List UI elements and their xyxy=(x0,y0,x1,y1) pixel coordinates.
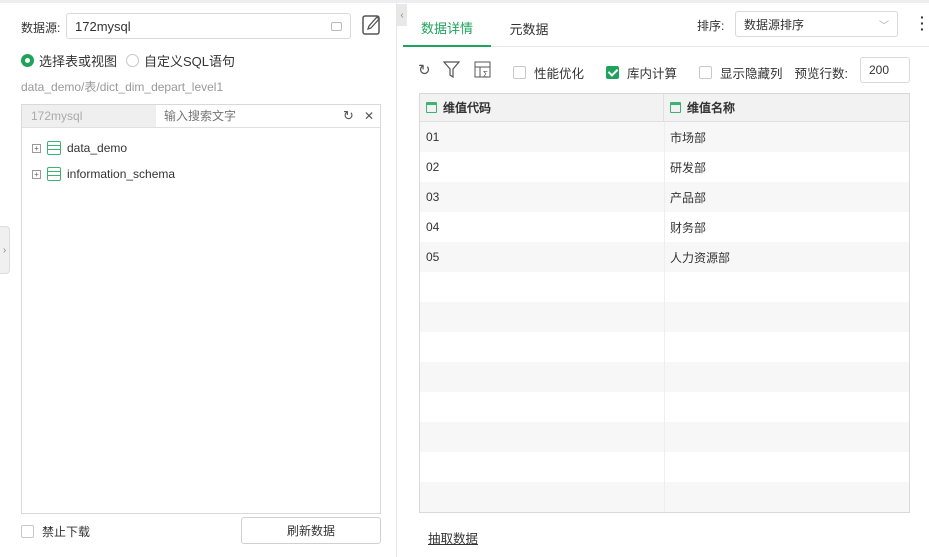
table-cell: 05 xyxy=(426,250,440,264)
table-cell xyxy=(420,392,664,422)
refresh-data-button[interactable]: 刷新数据 xyxy=(241,517,381,544)
expand-left-icon[interactable]: › xyxy=(0,226,10,274)
radio-table-view-label[interactable]: 选择表或视图 xyxy=(39,51,117,70)
filter-icon[interactable] xyxy=(442,61,461,81)
disable-download-checkbox[interactable] xyxy=(21,525,34,538)
table-cell xyxy=(664,482,909,512)
column-header[interactable]: 维值代码 xyxy=(420,94,664,121)
calculated-field-icon[interactable]: Σ xyxy=(474,61,492,82)
table-cell xyxy=(664,332,909,362)
in-db-calc-label[interactable]: 库内计算 xyxy=(627,63,677,82)
column-header-label: 维值名称 xyxy=(687,101,736,115)
tree-item[interactable]: + information_schema xyxy=(32,161,380,187)
table-cell: 财务部 xyxy=(670,220,707,235)
table-cell xyxy=(420,422,664,452)
dimension-icon xyxy=(426,102,437,113)
table-cell: 人力资源部 xyxy=(670,250,731,265)
table-cell xyxy=(420,332,664,362)
data-grid: 维值代码 维值名称 01 市场部 02 研发部 03 产品部 04 财务部 05 人力资源部 xyxy=(419,93,910,513)
tree-item-label: data_demo xyxy=(67,141,128,155)
table-cell xyxy=(664,392,909,422)
show-hidden-checkbox[interactable] xyxy=(699,66,713,79)
sort-label: 排序: xyxy=(697,19,725,33)
radio-custom-sql[interactable] xyxy=(126,54,140,67)
table-cell xyxy=(664,452,909,482)
preview-rows-label: 预览行数: xyxy=(794,67,849,81)
extract-data-link[interactable]: 抽取数据 xyxy=(428,528,478,547)
table-cell: 04 xyxy=(426,220,440,234)
table-cell xyxy=(420,272,664,302)
perf-opt-checkbox[interactable] xyxy=(513,66,526,79)
dimension-icon xyxy=(670,102,681,113)
more-icon[interactable]: · · · xyxy=(920,10,925,36)
preview-rows-input[interactable]: 200 xyxy=(860,57,910,83)
expand-icon[interactable]: + xyxy=(32,143,41,153)
chevron-down-icon: ﹀ xyxy=(879,20,889,32)
close-icon[interactable]: ✕ xyxy=(364,109,374,123)
datasource-select[interactable]: 172mysql xyxy=(66,13,351,39)
expand-icon[interactable]: + xyxy=(32,169,41,179)
column-header[interactable]: 维值名称 xyxy=(664,94,909,121)
tree-item[interactable]: + data_demo xyxy=(32,135,380,161)
table-cell xyxy=(664,302,909,332)
table-cell: 产品部 xyxy=(670,190,707,205)
table-path: data_demo/表/dict_dim_depart_level1 xyxy=(21,80,224,94)
table-cell xyxy=(664,362,909,392)
table-cell: 01 xyxy=(426,130,440,144)
perf-opt-label[interactable]: 性能优化 xyxy=(534,63,584,82)
edit-icon[interactable] xyxy=(362,14,381,36)
in-db-calc-checkbox[interactable] xyxy=(606,66,620,79)
table-cell xyxy=(420,452,664,482)
column-divider xyxy=(664,122,665,512)
datasource-value: 172mysql xyxy=(75,18,131,34)
tree-item-label: information_schema xyxy=(67,167,176,181)
table-cell xyxy=(420,362,664,392)
disable-download-label[interactable]: 禁止下载 xyxy=(42,523,90,540)
refresh-icon[interactable]: ↻ xyxy=(418,61,431,79)
table-cell: 03 xyxy=(426,190,440,204)
sort-value: 数据源排序 xyxy=(744,17,805,32)
preview-rows-value: 200 xyxy=(869,63,890,77)
table-cell xyxy=(664,272,909,302)
refresh-icon[interactable]: ↻ xyxy=(343,108,354,124)
preview-icon[interactable] xyxy=(331,21,342,31)
table-cell: 02 xyxy=(426,160,440,174)
sort-select[interactable]: 数据源排序 ﹀ xyxy=(735,11,898,37)
tree-search-input[interactable] xyxy=(156,109,326,123)
radio-table-view[interactable] xyxy=(21,54,34,67)
tree-panel: 172mysql ↻ ✕ + data_demo + information_s… xyxy=(21,104,381,514)
table-cell: 研发部 xyxy=(670,160,707,175)
table-cell xyxy=(664,422,909,452)
table-cell: 市场部 xyxy=(670,130,707,145)
table-cell xyxy=(420,482,664,512)
svg-text:Σ: Σ xyxy=(483,70,488,79)
table-cell xyxy=(420,302,664,332)
radio-custom-sql-label[interactable]: 自定义SQL语句 xyxy=(144,51,235,70)
show-hidden-label[interactable]: 显示隐藏列 xyxy=(720,63,783,82)
datasource-label: 数据源: xyxy=(21,21,61,35)
column-header-label: 维值代码 xyxy=(443,101,492,115)
database-icon xyxy=(47,141,61,155)
tree-source: 172mysql xyxy=(22,105,156,127)
database-icon xyxy=(47,167,61,181)
tab-metadata[interactable]: 元数据 xyxy=(497,10,561,47)
tab-data-detail[interactable]: 数据详情 xyxy=(403,10,491,47)
